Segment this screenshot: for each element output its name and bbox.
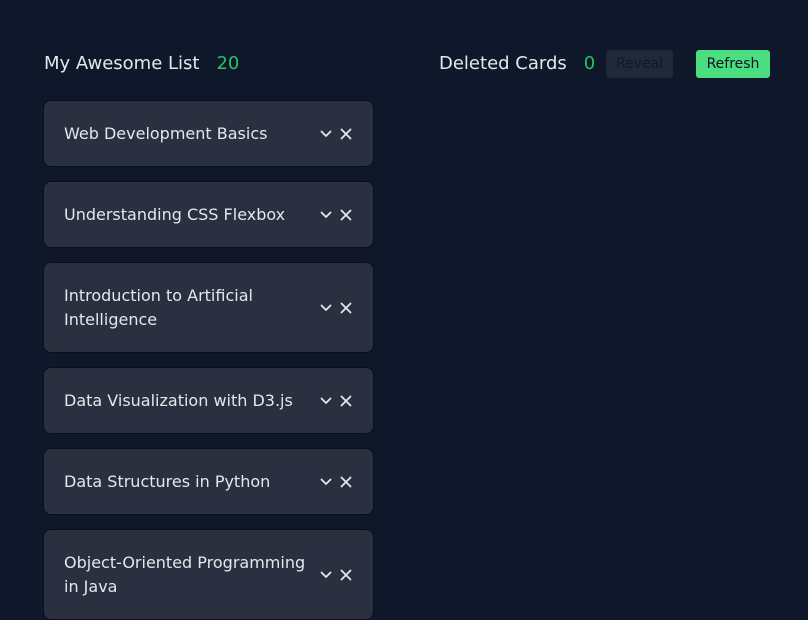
card-title: Understanding CSS Flexbox xyxy=(64,204,286,224)
list-header: My Awesome List 20 xyxy=(44,50,239,76)
list-title: My Awesome List xyxy=(44,52,200,74)
reveal-button[interactable]: Reveal xyxy=(606,50,673,78)
card-actions xyxy=(319,127,353,141)
card: Introduction to Artificial Intelligence xyxy=(43,262,374,353)
card-actions xyxy=(319,475,353,489)
card: Data Visualization with D3.js xyxy=(43,367,374,434)
card: Understanding CSS Flexbox xyxy=(43,181,374,248)
close-icon[interactable] xyxy=(339,301,353,315)
card: Data Structures in Python xyxy=(43,448,374,515)
close-icon[interactable] xyxy=(339,208,353,222)
chevron-down-icon[interactable] xyxy=(319,568,333,582)
card-title: Object-Oriented Programming in Java xyxy=(64,552,306,596)
card-list: Web Development Basics Understanding CSS… xyxy=(43,100,374,620)
card-actions xyxy=(319,301,353,315)
chevron-down-icon[interactable] xyxy=(319,301,333,315)
card-title: Introduction to Artificial Intelligence xyxy=(64,285,253,329)
card-title: Data Structures in Python xyxy=(64,471,271,491)
app: My Awesome List 20 Deleted Cards 0 Revea… xyxy=(0,0,808,620)
close-icon[interactable] xyxy=(339,568,353,582)
chevron-down-icon[interactable] xyxy=(319,208,333,222)
close-icon[interactable] xyxy=(339,394,353,408)
deleted-cards-title: Deleted Cards xyxy=(439,52,567,74)
card-title: Web Development Basics xyxy=(64,123,268,143)
card-title: Data Visualization with D3.js xyxy=(64,390,293,410)
chevron-down-icon[interactable] xyxy=(319,475,333,489)
card-actions xyxy=(319,394,353,408)
card-actions xyxy=(319,568,353,582)
card: Web Development Basics xyxy=(43,100,374,167)
list-count: 20 xyxy=(216,52,240,74)
chevron-down-icon[interactable] xyxy=(319,127,333,141)
deleted-cards-header: Deleted Cards 0 xyxy=(439,50,595,76)
chevron-down-icon[interactable] xyxy=(319,394,333,408)
close-icon[interactable] xyxy=(339,127,353,141)
deleted-cards-count: 0 xyxy=(583,52,596,74)
refresh-button[interactable]: Refresh xyxy=(696,50,770,78)
close-icon[interactable] xyxy=(339,475,353,489)
card-actions xyxy=(319,208,353,222)
card: Object-Oriented Programming in Java xyxy=(43,529,374,620)
